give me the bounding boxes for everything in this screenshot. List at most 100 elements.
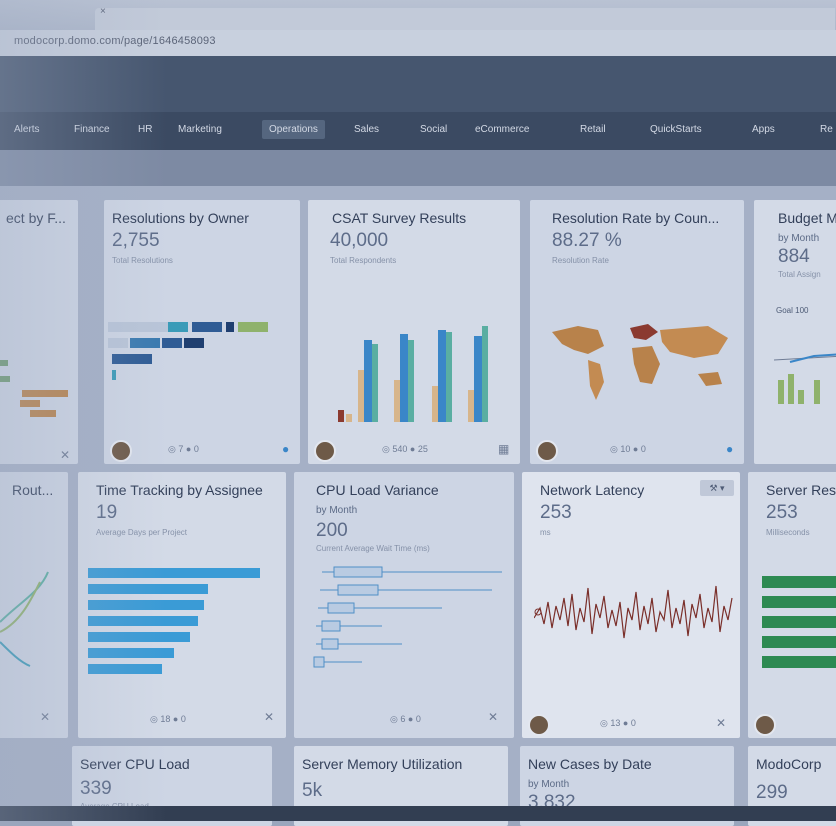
view-count: ◎ 18 ● 0 [150,714,186,724]
bar-chart [0,360,68,417]
card-title: CSAT Survey Results [332,210,467,226]
card-value: 40,000 [330,230,389,251]
card-value-label: Current Average Wait Time (ms) [316,544,430,553]
address-bar[interactable]: modocorp.domo.com/page/1646458093 [0,30,836,57]
card-title: CPU Load Variance [316,482,439,498]
nav-social[interactable]: Social [420,124,447,135]
card-value: 884 [778,246,810,267]
line-chart [534,585,733,639]
card-value: 299 [756,782,788,803]
card-value: 19 [96,502,118,523]
browser-tab-strip: × [0,0,836,30]
card-title: Time Tracking by Assignee [96,482,263,498]
chat-icon[interactable]: ● [282,442,289,456]
card-value: 253 [540,502,572,523]
browser-tab[interactable] [95,8,835,30]
avatar[interactable] [536,440,558,462]
card-footer: ◎ 10 ● 0 ● [530,430,744,464]
avatar[interactable] [110,440,132,462]
page-nav: Alerts Finance HR Marketing Operations S… [0,112,836,150]
card-server-res-partial[interactable]: Server Res 253 Milliseconds [748,472,836,738]
nav-ecommerce[interactable]: eCommerce [475,124,529,135]
nav-finance[interactable]: Finance [74,124,110,135]
pin-icon[interactable]: ✕ [264,710,274,724]
screen-bezel [0,806,836,821]
nav-alerts[interactable]: Alerts [14,124,40,135]
card-value-label: Total Assign [778,270,821,279]
card-title: Server CPU Load [80,756,190,772]
card-subtitle: by Month [778,233,820,244]
pin-icon[interactable]: ✕ [488,710,498,724]
world-map [552,324,728,400]
card-value: 339 [80,778,112,799]
card-subtitle: by Month [528,779,570,790]
card-partial-left-1[interactable]: ect by F... ✕ [0,200,78,464]
card-value-label: Milliseconds [766,528,810,537]
card-value-label: ms [540,528,551,537]
card-menu-button[interactable]: ⚒ ▾ [700,480,734,496]
nav-marketing[interactable]: Marketing [178,124,222,135]
card-subtitle: by Month [316,505,358,516]
nav-operations[interactable]: Operations [262,120,325,139]
box-plot-chart [313,566,502,668]
table-icon[interactable]: ▦ [498,442,509,456]
combo-chart [774,353,836,404]
card-footer: ◎ 7 ● 0 ● [104,430,300,464]
card-value-label: Total Respondents [330,256,397,265]
nav-hr[interactable]: HR [138,124,152,135]
card-csat-survey[interactable]: CSAT Survey Results 40,000 Total Respond… [308,200,520,464]
card-grid: ect by F... ✕ Resolutions by Owner 2,755… [0,186,836,826]
card-footer: ◎ 18 ● 0 ✕ [78,704,286,738]
tab-close-icon[interactable]: × [100,6,106,17]
card-network-latency[interactable]: Network Latency ⚒ ▾ 253 ms ◎ 13 ● 0 ✕ [522,472,740,738]
card-value: 2,755 [112,230,160,251]
card-resolutions-by-owner[interactable]: Resolutions by Owner 2,755 Total Resolut… [104,200,300,464]
card-title: ect by F... [6,210,66,226]
view-count: ◎ 540 ● 25 [382,444,428,454]
chat-icon[interactable]: ● [726,442,733,456]
card-title: Network Latency [540,482,645,498]
card-time-tracking[interactable]: Time Tracking by Assignee 19 Average Day… [78,472,286,738]
sub-header [0,150,836,186]
card-footer: ◎ 540 ● 25 ▦ [308,430,520,464]
card-title: Server Memory Utilization [302,756,463,772]
horizontal-bar-chart [88,568,260,674]
pin-icon[interactable]: ✕ [716,716,726,730]
nav-retail[interactable]: Retail [580,124,606,135]
pin-icon[interactable]: ✕ [60,448,70,462]
flow-chart [0,571,49,667]
pin-icon[interactable]: ✕ [40,710,50,724]
card-title: Budget M [778,210,836,226]
card-title: ModoCorp [756,756,822,772]
card-budget-partial[interactable]: Budget M by Month 884 Total Assign Goal … [754,200,836,464]
card-footer [748,704,836,738]
app-header [0,56,836,112]
card-title: Server Res [766,482,836,498]
view-count: ◎ 7 ● 0 [168,444,199,454]
nav-apps[interactable]: Apps [752,124,775,135]
view-count: ◎ 6 ● 0 [390,714,421,724]
card-value: 88.27 % [552,230,622,251]
avatar[interactable] [754,714,776,736]
heatmap-chart [108,322,268,380]
card-value-label: Average Days per Project [96,528,188,537]
url-text: modocorp.domo.com/page/1646458093 [14,35,216,47]
nav-sales[interactable]: Sales [354,124,379,135]
card-partial-left-2[interactable]: Rout... ✕ [0,472,68,738]
card-value-label: Resolution Rate [552,256,609,265]
card-resolution-rate[interactable]: Resolution Rate by Coun... 88.27 % Resol… [530,200,744,464]
card-footer: ◎ 6 ● 0 ✕ [294,704,514,738]
view-count: ◎ 13 ● 0 [600,718,636,728]
nav-quickstarts[interactable]: QuickStarts [650,124,702,135]
column-chart [338,326,488,422]
card-title: Resolutions by Owner [112,210,249,226]
card-title: Rout... [12,482,54,498]
card-value: 5k [302,780,323,801]
nav-more[interactable]: Re [820,124,833,135]
avatar[interactable] [314,440,336,462]
card-value-label: Total Resolutions [112,256,173,265]
card-footer: ◎ 13 ● 0 ✕ [522,704,740,738]
card-value: 253 [766,502,798,523]
avatar[interactable] [528,714,550,736]
card-cpu-load-variance[interactable]: CPU Load Variance by Month 200 Current A… [294,472,514,738]
